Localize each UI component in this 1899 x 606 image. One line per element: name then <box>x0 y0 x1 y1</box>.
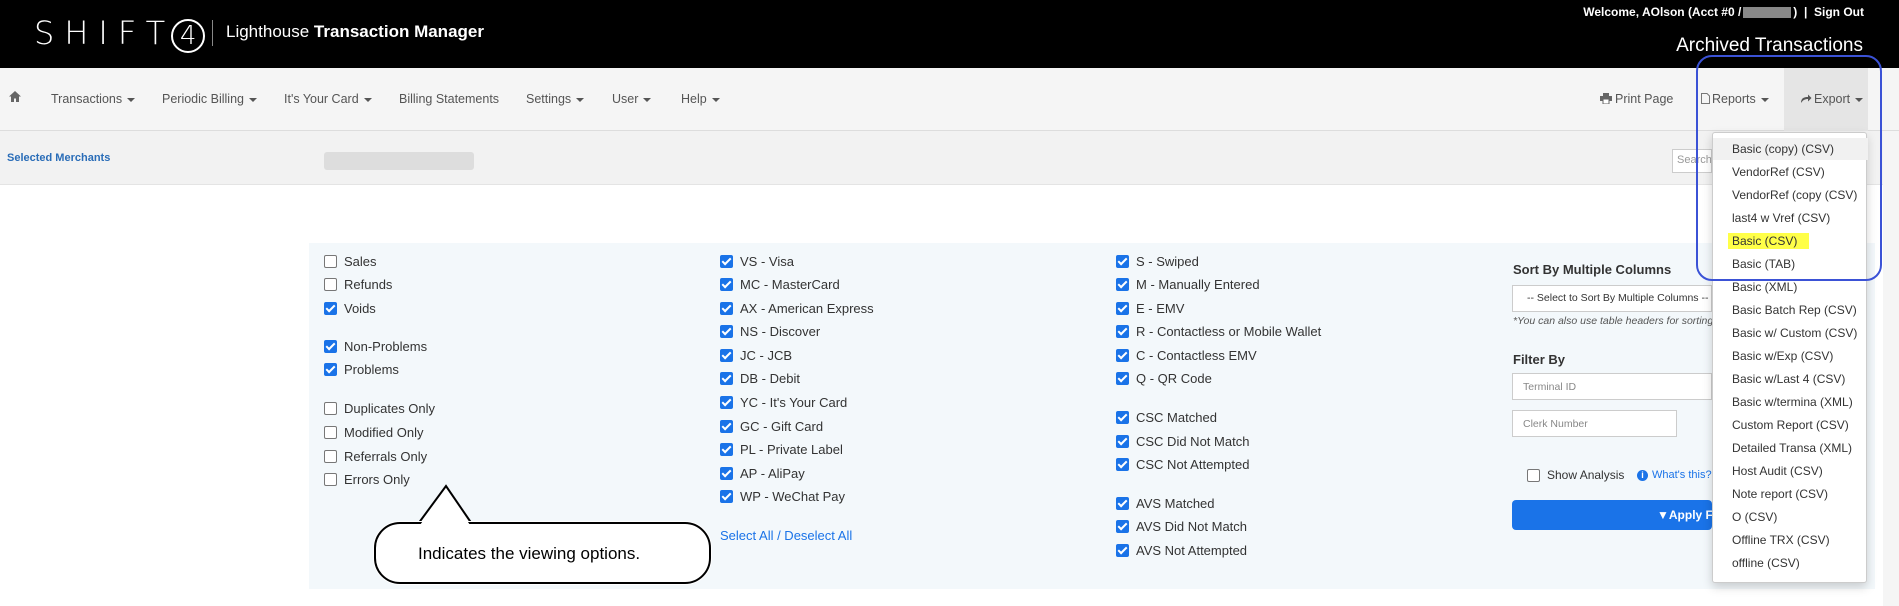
callout-pointer-cover <box>420 489 470 525</box>
callout-text: Indicates the viewing options. <box>418 544 641 563</box>
